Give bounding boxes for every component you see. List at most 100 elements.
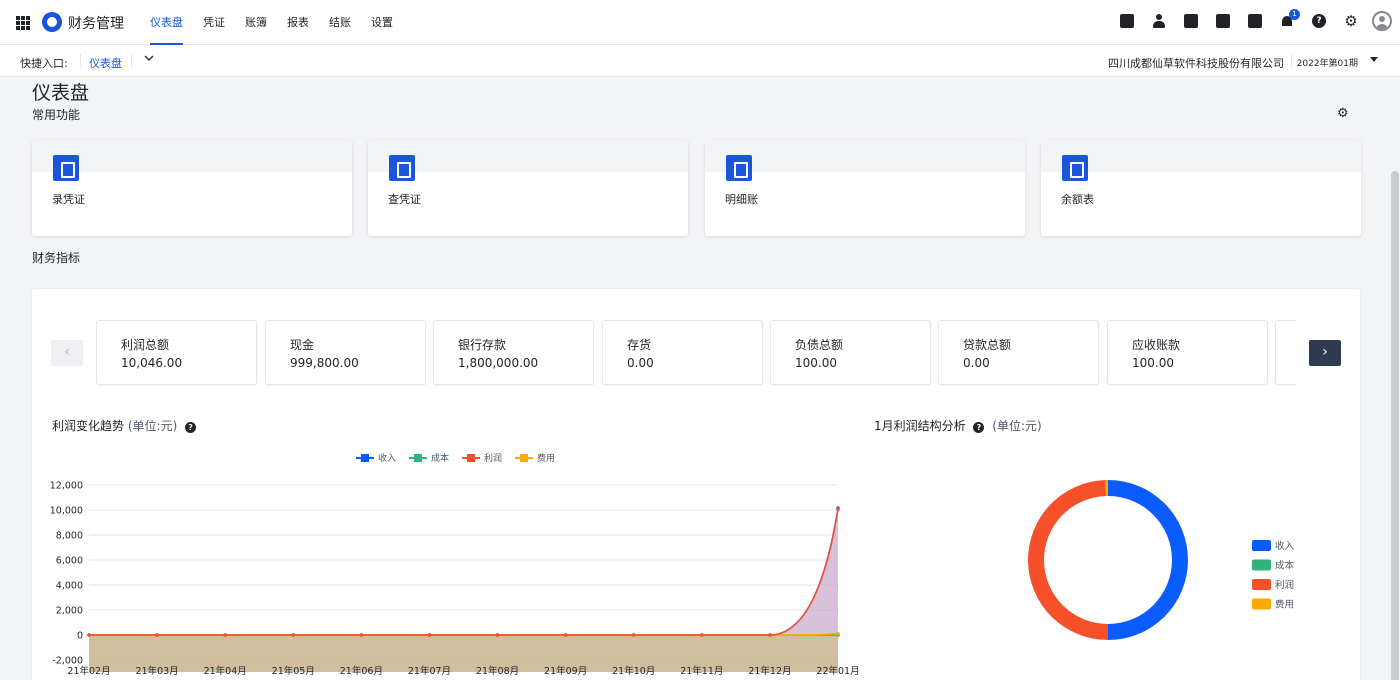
balance-list-icon	[1062, 155, 1088, 181]
phone-icon[interactable]	[1216, 14, 1230, 28]
legend-item-profit[interactable]: 利润	[1252, 579, 1294, 591]
data-point-profit[interactable]	[87, 633, 91, 637]
legend-item-profit[interactable]: 利润	[462, 452, 502, 464]
donut-slice-profit[interactable]	[1028, 480, 1108, 640]
nav-closing[interactable]: 结账	[329, 0, 351, 45]
series-area-profit	[89, 509, 838, 635]
data-point-profit[interactable]	[700, 633, 704, 637]
metric-label: 银行存款	[458, 338, 507, 352]
nav-dashboard[interactable]: 仪表盘	[150, 0, 183, 45]
company-name[interactable]: 四川成都仙草软件科技股份有限公司	[1108, 55, 1284, 71]
legend-item-income[interactable]: 收入	[356, 452, 396, 464]
data-point-profit[interactable]	[223, 633, 227, 637]
function-card-search-voucher[interactable]: 查凭证	[368, 140, 688, 236]
metric-value: 1,800,000.00	[458, 356, 539, 370]
y-tick-label: 10,000	[50, 506, 83, 517]
settings-gear-icon[interactable]: ⚙	[1344, 14, 1358, 29]
metric-card-total-loans[interactable]: 贷款总额 0.00	[938, 320, 1099, 385]
function-card-record-voucher[interactable]: 录凭证	[32, 140, 352, 236]
data-point-expense[interactable]	[836, 631, 840, 636]
metric-label: 应收账款	[1132, 338, 1181, 352]
metric-card-bank-deposit[interactable]: 银行存款 1,800,000.00	[433, 320, 594, 385]
metric-label: 负债总额	[795, 338, 844, 352]
nav-voucher[interactable]: 凭证	[203, 0, 225, 45]
profit-trend-chart: 收入 成本 利润 费用 12,000 10,000 8,000 6,000 4,000 2,000…	[50, 452, 860, 677]
carousel-prev-button[interactable]: ‹	[51, 340, 83, 366]
data-point-profit[interactable]	[495, 633, 500, 637]
main-nav: 仪表盘 凭证 账簿 报表 结账 设置	[150, 0, 413, 45]
card-header-band	[32, 140, 352, 172]
card-header-band	[368, 140, 688, 172]
y-tick-label: 6,000	[56, 556, 83, 567]
nav-reports[interactable]: 报表	[287, 0, 309, 45]
metric-card-cash[interactable]: 现金 999,800.00	[265, 320, 426, 385]
metric-card-receivables[interactable]: 应收账款 100.00	[1107, 320, 1268, 385]
nav-ledger[interactable]: 账簿	[245, 0, 267, 45]
metric-label: 存货	[627, 338, 652, 352]
metric-card-inventory[interactable]: 存货 0.00	[602, 320, 763, 385]
data-point-profit[interactable]	[563, 633, 568, 637]
scrollbar-thumb[interactable]	[1391, 171, 1399, 680]
data-point-profit[interactable]	[359, 633, 364, 637]
x-tick-label: 22年01月	[816, 665, 859, 677]
user-avatar-icon[interactable]	[1372, 11, 1392, 31]
metric-card-total-profit[interactable]: 利润总额 10,046.00	[96, 320, 257, 385]
x-tick-label: 21年04月	[204, 665, 247, 677]
help-question-icon[interactable]: ?	[185, 422, 197, 433]
x-tick-label: 21年05月	[272, 665, 315, 677]
metric-label: 利润总额	[121, 338, 170, 352]
legend-item-expense[interactable]: 费用	[1252, 598, 1294, 611]
legend-label: 成本	[431, 452, 449, 464]
donut-slice-income[interactable]	[1108, 480, 1188, 640]
legend-item-cost[interactable]: 成本	[1252, 559, 1295, 572]
document-icon[interactable]	[1184, 14, 1198, 28]
data-point-profit[interactable]	[836, 507, 840, 512]
nav-settings[interactable]: 设置	[371, 0, 393, 45]
metric-value: 100.00	[795, 356, 837, 370]
page-scrollbar[interactable]	[1390, 77, 1400, 680]
legend-label: 利润	[484, 452, 502, 464]
legend-item-cost[interactable]: 成本	[409, 452, 449, 464]
function-card-detail-ledger[interactable]: 明细账	[705, 140, 1025, 236]
series-line-income	[88, 508, 839, 636]
legend-label: 成本	[1275, 560, 1295, 572]
quick-link-dashboard[interactable]: 仪表盘	[89, 55, 122, 71]
app-grid-icon[interactable]	[16, 16, 30, 30]
chevron-down-icon[interactable]	[144, 53, 154, 66]
legend-item-income[interactable]: 收入	[1252, 540, 1295, 552]
caret-down-icon[interactable]	[1370, 57, 1378, 62]
x-tick-label: 21年07月	[408, 665, 451, 677]
data-point-profit[interactable]	[427, 633, 432, 637]
metric-card-total-liabilities[interactable]: 负债总额 100.00	[770, 320, 931, 385]
profit-structure-donut-chart: 收入成本利润费用	[1028, 480, 1295, 640]
function-label: 明细账	[725, 193, 758, 206]
data-point-profit[interactable]	[768, 633, 772, 637]
quick-access-bar: 快捷入口: 仪表盘 四川成都仙草软件科技股份有限公司 2022年第01期	[0, 45, 1400, 77]
period-select[interactable]: 2022年第01期	[1297, 56, 1358, 69]
function-card-balance-sheet[interactable]: 余额表	[1041, 140, 1361, 236]
legend-item-expense[interactable]: 费用	[515, 452, 555, 464]
pie-chart-title-text: 1月利润结构分析	[874, 419, 966, 433]
metric-card-partial[interactable]	[1275, 320, 1296, 385]
todo-check-icon[interactable]	[1120, 14, 1134, 28]
header-toolbar: 1 ? ⚙	[1102, 9, 1392, 31]
carousel-next-button[interactable]: ›	[1309, 340, 1341, 366]
data-point-profit[interactable]	[291, 633, 296, 637]
help-icon[interactable]: ?	[1312, 14, 1326, 28]
y-tick-label: 8,000	[56, 531, 83, 542]
card-header-band	[1041, 140, 1361, 172]
divider	[1291, 54, 1292, 68]
app-logo-icon	[42, 12, 62, 32]
customize-gear-icon[interactable]: ⚙	[1337, 106, 1349, 121]
pie-chart-title: 1月利润结构分析 ? (单位:元)	[874, 417, 1042, 434]
calendar-icon[interactable]	[1248, 14, 1262, 28]
data-point-profit[interactable]	[631, 633, 636, 637]
user-stamp-icon[interactable]	[1152, 14, 1166, 28]
metric-value: 0.00	[963, 356, 990, 370]
notification-bell-icon[interactable]: 1	[1280, 9, 1300, 28]
data-point-profit[interactable]	[155, 633, 159, 637]
help-question-icon[interactable]: ?	[973, 422, 985, 433]
divider	[80, 54, 81, 68]
metric-label: 贷款总额	[963, 338, 1012, 352]
x-tick-label: 21年06月	[340, 665, 383, 677]
